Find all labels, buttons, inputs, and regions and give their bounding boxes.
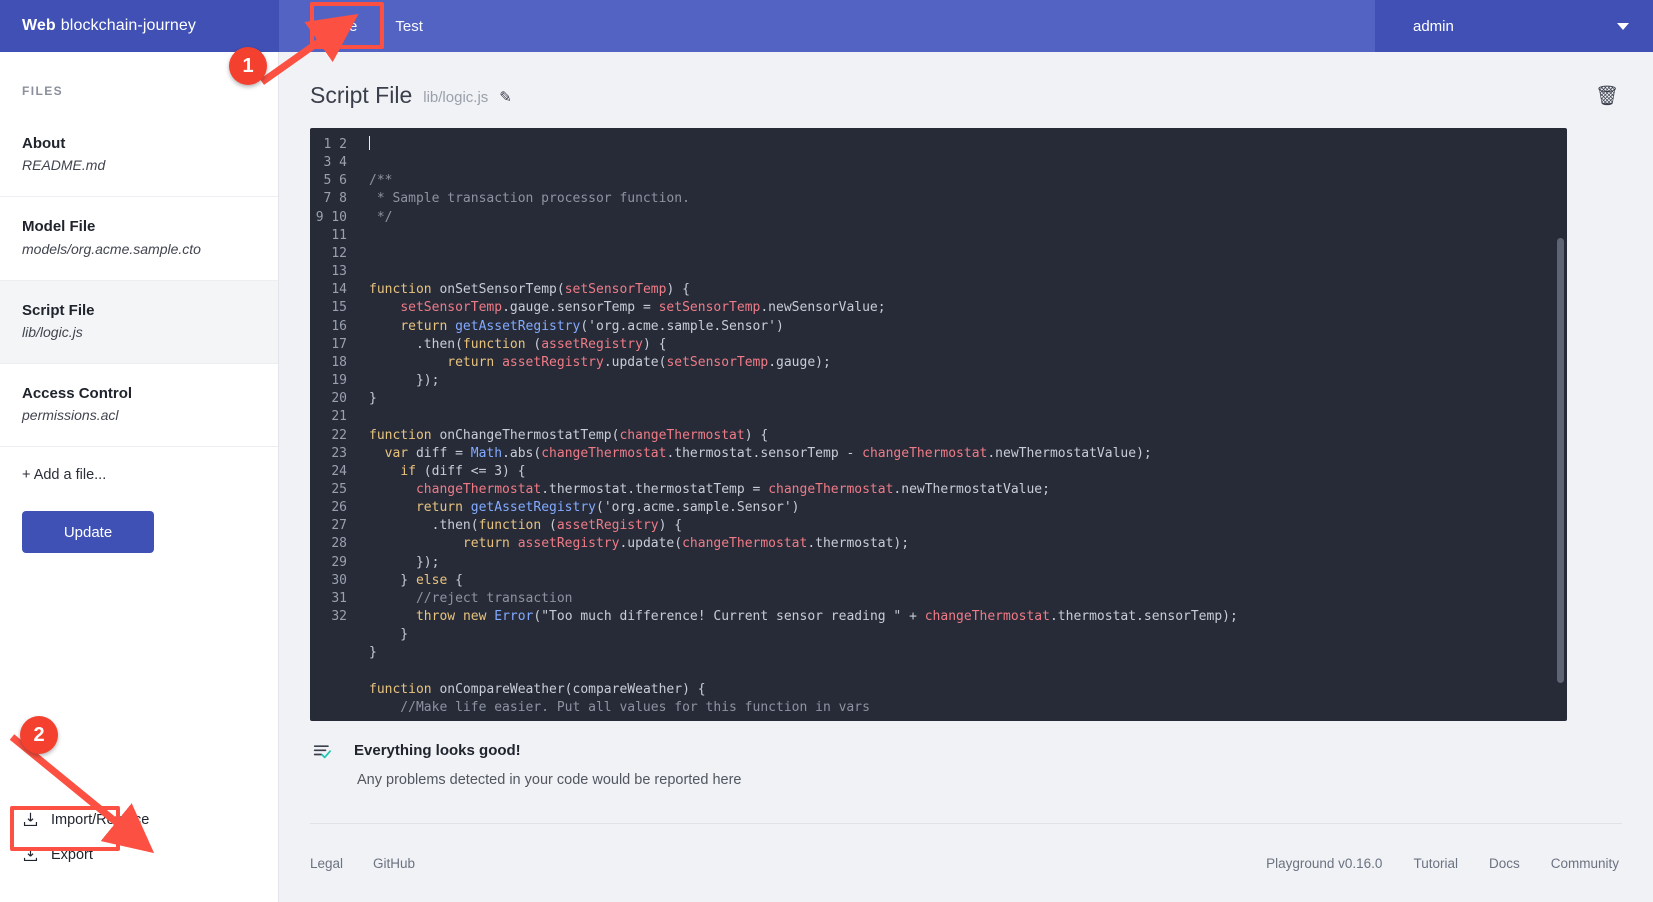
- import-icon: [22, 811, 39, 828]
- sidebar-item-script-file[interactable]: Script File lib/logic.js: [0, 280, 278, 364]
- user-name: admin: [1413, 17, 1454, 35]
- export-label: Export: [51, 846, 93, 863]
- check-list-icon: [310, 742, 338, 759]
- sidebar-item-model-file[interactable]: Model File models/org.acme.sample.cto: [0, 197, 278, 281]
- footer-version: Playground v0.16.0: [1266, 855, 1383, 871]
- file-title: Model File: [22, 218, 96, 236]
- status-title: Everything looks good!: [354, 742, 521, 759]
- code-content[interactable]: /** * Sample transaction processor funct…: [358, 136, 1238, 717]
- file-path: README.md: [22, 157, 106, 174]
- footer-link-github[interactable]: GitHub: [373, 856, 415, 871]
- code-editor[interactable]: 1 2 3 4 5 6 7 8 9 10 11 12 13 14 15 16 1…: [310, 128, 1567, 721]
- update-button[interactable]: Update: [22, 511, 154, 553]
- status-panel: Everything looks good! Any problems dete…: [310, 742, 1570, 788]
- import-replace-button[interactable]: Import/Replace: [0, 802, 279, 837]
- trash-icon[interactable]: 🗑: [1595, 84, 1619, 108]
- sidebar: FILES About README.md Model File models/…: [0, 52, 279, 902]
- main-panel: Script File lib/logic.js ✎ 🗑 1 2 3 4 5 6…: [279, 52, 1653, 902]
- annotation-badge-1: 1: [229, 47, 267, 85]
- footer-link-community[interactable]: Community: [1551, 856, 1619, 871]
- add-file-button[interactable]: + Add a file...: [0, 447, 278, 503]
- scrollbar-thumb[interactable]: [1557, 238, 1564, 683]
- page-title: Script File: [310, 82, 413, 108]
- editor-header: Script File lib/logic.js ✎ 🗑: [279, 52, 1653, 109]
- brand-name: blockchain-journey: [60, 17, 197, 34]
- file-title: Access Control: [22, 384, 133, 402]
- file-title: About: [22, 135, 66, 152]
- export-button[interactable]: Export: [0, 837, 279, 872]
- footer: Legal GitHub Playground v0.16.0 Tutorial…: [279, 824, 1653, 902]
- pencil-icon[interactable]: ✎: [499, 88, 512, 109]
- annotation-badge-2: 2: [20, 716, 58, 754]
- line-number-gutter: 1 2 3 4 5 6 7 8 9 10 11 12 13 14 15 16 1…: [315, 137, 347, 625]
- sidebar-bottom-actions: Import/Replace Export: [0, 802, 279, 872]
- import-replace-label: Import/Replace: [51, 811, 150, 828]
- user-menu[interactable]: admin: [1375, 0, 1653, 52]
- chevron-down-icon: [1617, 22, 1629, 30]
- footer-link-docs[interactable]: Docs: [1489, 856, 1520, 871]
- tab-define[interactable]: Define: [297, 10, 374, 43]
- file-path: models/org.acme.sample.cto: [22, 240, 201, 257]
- tab-test[interactable]: Test: [378, 10, 440, 43]
- footer-link-tutorial[interactable]: Tutorial: [1413, 856, 1458, 871]
- sidebar-item-about[interactable]: About README.md: [0, 114, 278, 198]
- nav-tabs: Define Test: [279, 0, 1375, 52]
- file-path: permissions.acl: [22, 407, 119, 423]
- sidebar-item-access-control[interactable]: Access Control permissions.acl: [0, 364, 278, 447]
- export-icon: [22, 846, 39, 863]
- status-subtitle: Any problems detected in your code would…: [357, 772, 742, 788]
- editor-file-path: lib/logic.js: [423, 89, 489, 106]
- app-header: Web blockchain-journey Define Test admin: [0, 0, 1653, 52]
- brand-bold: Web: [22, 17, 56, 34]
- file-title: Script File: [22, 301, 95, 319]
- brand: Web blockchain-journey: [0, 0, 279, 52]
- footer-link-legal[interactable]: Legal: [310, 856, 343, 871]
- file-path: lib/logic.js: [22, 323, 83, 340]
